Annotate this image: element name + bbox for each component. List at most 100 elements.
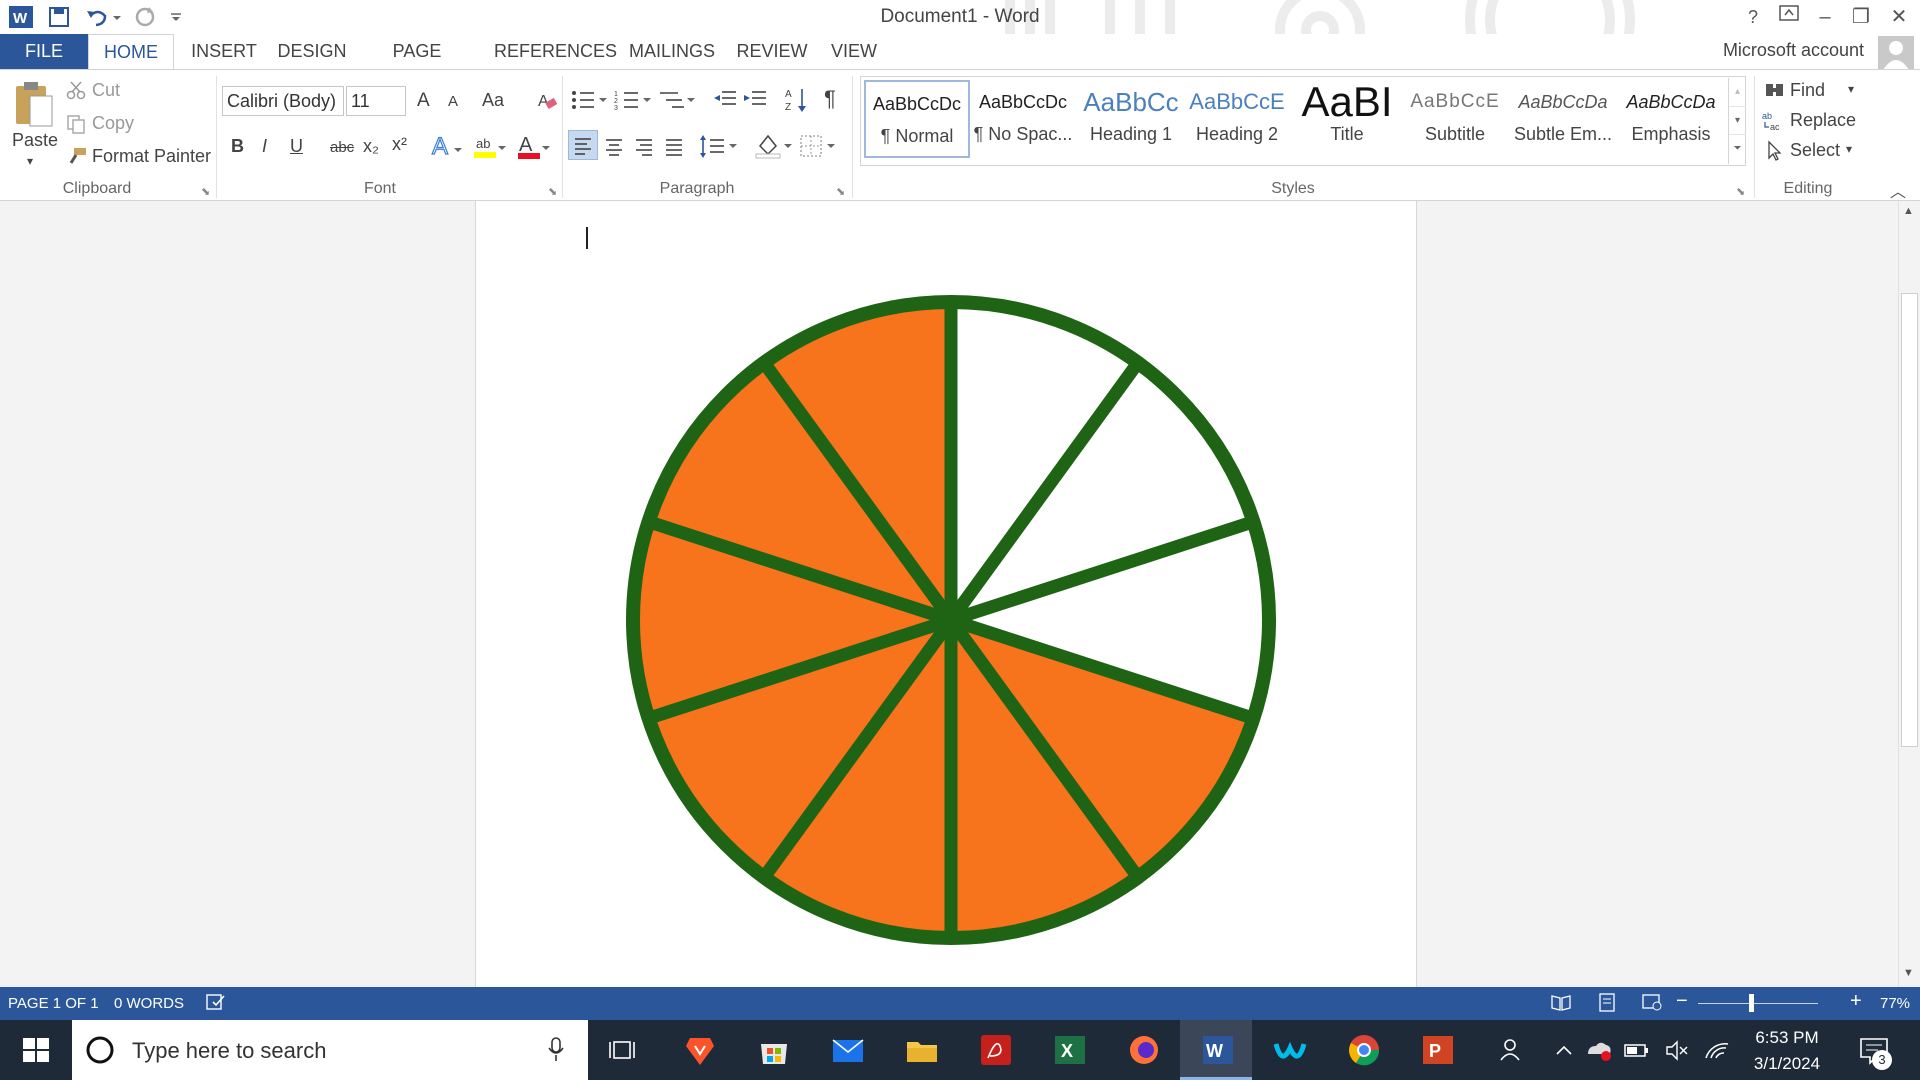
shading-icon[interactable] (754, 130, 796, 165)
tab-view[interactable]: VIEW (824, 34, 884, 70)
pie-wheel-shape[interactable] (476, 201, 1418, 987)
tab-design[interactable]: DESIGN (266, 34, 358, 70)
webex-icon[interactable] (1272, 1032, 1308, 1068)
paste-icon[interactable] (12, 78, 56, 130)
zoom-slider-thumb[interactable] (1749, 994, 1754, 1012)
cut-button[interactable]: Cut (92, 80, 120, 101)
battery-icon[interactable] (1622, 1032, 1652, 1068)
minimize-button[interactable]: – (1808, 2, 1842, 32)
tab-home[interactable]: HOME (88, 34, 174, 71)
replace-icon[interactable]: ab ac (1762, 110, 1786, 137)
microphone-icon[interactable] (546, 1036, 566, 1069)
gallery-more-icon[interactable]: ⏷ (1729, 134, 1746, 162)
decrease-indent-icon[interactable] (712, 88, 738, 117)
find-button[interactable]: Find (1790, 80, 1825, 101)
file-explorer-icon[interactable] (904, 1032, 940, 1068)
style-heading-1[interactable]: AaBbCc Heading 1 (1078, 80, 1184, 158)
chrome-icon[interactable] (1346, 1032, 1382, 1068)
excel-icon[interactable]: X (1052, 1032, 1088, 1068)
zoom-in-button[interactable]: + (1850, 990, 1862, 1013)
scroll-down-icon[interactable]: ▼ (1903, 967, 1914, 979)
tab-file[interactable]: FILE (0, 34, 88, 70)
style-subtle-emphasis[interactable]: AaBbCcDa Subtle Em... (1510, 80, 1616, 158)
zoom-slider[interactable] (1698, 1003, 1818, 1004)
format-painter-icon[interactable] (66, 146, 88, 171)
firefox-icon[interactable] (1126, 1032, 1162, 1068)
styles-launcher-icon[interactable]: ⬊ (1736, 185, 1745, 198)
styles-gallery-scroll[interactable]: ▴ ▾ ⏷ (1728, 78, 1746, 164)
word-count[interactable]: 0 WORDS (114, 995, 184, 1012)
align-left-button[interactable] (568, 130, 598, 160)
avatar[interactable] (1878, 36, 1914, 70)
select-cursor-icon[interactable] (1766, 140, 1784, 167)
bold-button[interactable]: B (231, 136, 244, 157)
align-right-icon[interactable] (630, 132, 658, 165)
select-button[interactable]: Select (1790, 140, 1840, 161)
gallery-up-icon[interactable]: ▴ (1729, 78, 1746, 106)
font-color-icon[interactable]: A (516, 132, 552, 165)
ribbon-display-options-button[interactable] (1772, 2, 1806, 32)
format-painter-button[interactable]: Format Painter (92, 146, 211, 167)
underline-button[interactable]: U (290, 136, 303, 157)
word-icon[interactable]: W (1200, 1032, 1236, 1068)
paragraph-launcher-icon[interactable]: ⬊ (836, 185, 845, 198)
find-icon[interactable] (1764, 80, 1786, 105)
mail-icon[interactable] (830, 1032, 866, 1068)
increase-indent-icon[interactable] (742, 88, 768, 117)
paste-dropdown-icon[interactable]: ▾ (27, 154, 33, 168)
shrink-font-button[interactable]: A (448, 93, 458, 110)
font-launcher-icon[interactable]: ⬊ (548, 185, 557, 198)
show-formatting-marks-button[interactable]: ¶ (824, 86, 836, 112)
cut-icon[interactable] (66, 80, 86, 105)
gallery-down-icon[interactable]: ▾ (1729, 106, 1746, 134)
style-subtitle[interactable]: AaBbCcE Subtitle (1402, 80, 1508, 158)
microsoft-store-icon[interactable] (756, 1032, 792, 1068)
clock-time[interactable]: 6:53 PM (1727, 1028, 1847, 1048)
select-dropdown-icon[interactable]: ▾ (1846, 142, 1852, 156)
close-button[interactable]: ✕ (1882, 2, 1916, 32)
help-button[interactable]: ? (1736, 2, 1770, 32)
sort-icon[interactable]: AZ (784, 86, 808, 119)
strikethrough-button[interactable]: abc (330, 139, 354, 156)
people-icon[interactable] (1496, 1032, 1532, 1068)
web-layout-icon[interactable] (1640, 992, 1664, 1016)
vertical-scrollbar[interactable]: ▲ ▼ (1898, 201, 1920, 987)
scroll-thumb[interactable] (1901, 293, 1918, 747)
copy-icon[interactable] (66, 114, 86, 139)
style-title[interactable]: AaBI Title (1294, 80, 1400, 158)
proofing-icon[interactable] (205, 992, 227, 1016)
clock-date[interactable]: 3/1/2024 (1727, 1054, 1847, 1074)
task-view-icon[interactable] (606, 1032, 642, 1068)
superscript-button[interactable]: x² (392, 134, 407, 155)
highlight-color-icon[interactable]: ab (472, 132, 508, 165)
tab-mailings[interactable]: MAILINGS (626, 34, 718, 70)
tab-references[interactable]: REFERENCES (494, 34, 617, 70)
grow-font-button[interactable]: A (417, 90, 430, 112)
show-hidden-icons-icon[interactable] (1552, 1032, 1576, 1068)
windows-start-icon[interactable] (18, 1032, 54, 1068)
tab-page-layout[interactable]: PAGE LAYOUT (356, 34, 478, 95)
align-center-icon[interactable] (600, 132, 628, 165)
adobe-acrobat-icon[interactable] (978, 1032, 1014, 1068)
powerpoint-icon[interactable]: P (1420, 1032, 1456, 1068)
copy-button[interactable]: Copy (92, 113, 134, 134)
tab-insert[interactable]: INSERT (180, 34, 268, 70)
brave-browser-icon[interactable] (682, 1032, 718, 1068)
numbering-icon[interactable]: 123 (614, 88, 654, 117)
style-emphasis[interactable]: AaBbCcDa Emphasis (1618, 80, 1724, 158)
clipboard-launcher-icon[interactable]: ⬊ (201, 185, 210, 198)
bullets-icon[interactable] (570, 88, 610, 117)
change-case-button[interactable]: Aa (482, 90, 504, 111)
font-size-box[interactable]: 11 (346, 86, 406, 116)
onedrive-error-icon[interactable] (1584, 1032, 1614, 1068)
taskbar-search-box[interactable]: Type here to search (72, 1020, 588, 1080)
style-heading-2[interactable]: AaBbCcE Heading 2 (1184, 80, 1290, 158)
font-name-box[interactable]: Calibri (Body) (222, 86, 344, 116)
line-spacing-icon[interactable] (698, 132, 740, 165)
italic-button[interactable]: I (262, 136, 267, 157)
style-no-spacing[interactable]: AaBbCcDc ¶ No Spac... (970, 80, 1076, 158)
zoom-level[interactable]: 77% (1880, 995, 1910, 1012)
paste-button[interactable]: Paste (12, 130, 58, 151)
find-dropdown-icon[interactable]: ▾ (1848, 82, 1854, 96)
read-mode-icon[interactable] (1550, 992, 1572, 1016)
